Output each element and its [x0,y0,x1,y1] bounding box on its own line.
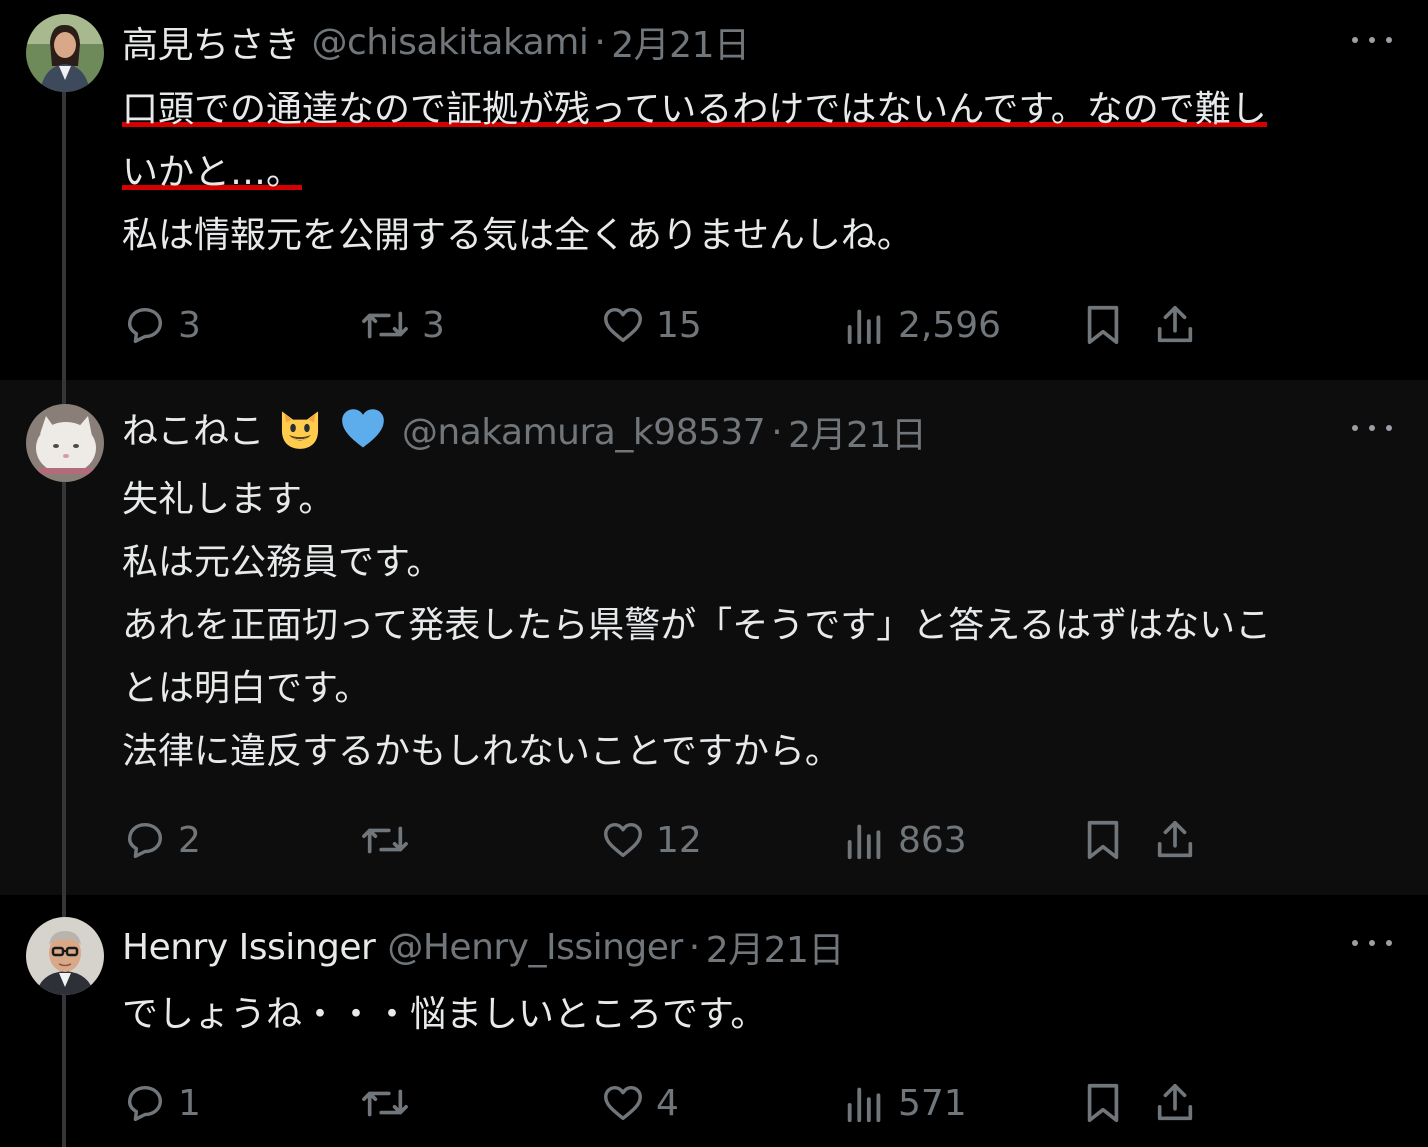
bar-chart-icon [847,1087,881,1123]
share-button[interactable] [1152,810,1198,870]
retweet-count: 3 [422,304,445,346]
tweet-date[interactable]: 2月21日 [788,406,927,458]
user-handle[interactable]: @chisakitakami [312,22,589,63]
retweet-button[interactable] [358,810,422,870]
views-button[interactable]: 863 [842,810,967,870]
more-options-icon[interactable] [1352,418,1392,438]
retweet-arrows-icon [362,826,408,854]
action-bar: 1 4 571 [0,1073,1428,1133]
text-line: 私は情報元を公開する気は全くありませんしね。 [122,215,913,256]
tweet-text: でしょうね・・・悩ましいところです。 [122,983,1392,1046]
like-button[interactable]: 15 [600,295,702,355]
avatar[interactable] [26,917,104,995]
like-count: 12 [656,819,702,861]
bookmark-button[interactable] [1080,810,1126,870]
bar-chart-icon [847,824,881,860]
text-line: でしょうね・・・悩ましいところです。 [122,994,767,1035]
speech-bubble-icon [127,1085,163,1122]
avatar[interactable] [26,14,104,92]
tweet-header: Henry Issinger @Henry_Issinger · 2月21日 [122,919,844,975]
retweet-arrows-icon [362,1089,408,1117]
retweet-arrows-icon [362,311,408,339]
reply-button[interactable]: 1 [122,1073,201,1133]
like-count: 4 [656,1082,679,1124]
reply-thread: 高見ちさき @chisakitakami · 2月21日 口頭での通達なので証拠… [0,0,1428,1147]
thread-connector [62,380,66,404]
tweet-chisakitakami[interactable]: 高見ちさき @chisakitakami · 2月21日 口頭での通達なので証拠… [0,0,1428,380]
tweet-date[interactable]: 2月21日 [706,921,845,973]
retweet-button[interactable]: 3 [358,295,445,355]
text-line: とは明白です。 [122,668,371,709]
bar-chart-icon [847,309,881,345]
share-button[interactable] [1152,295,1198,355]
tweet-date[interactable]: 2月21日 [611,16,750,68]
speech-bubble-icon [127,822,163,859]
display-name[interactable]: 高見ちさき [122,16,300,68]
retweet-button[interactable] [358,1073,422,1133]
tweet-header: 高見ちさき @chisakitakami · 2月21日 [122,14,750,70]
view-count: 863 [898,819,967,861]
view-count: 571 [898,1082,967,1124]
heart-outline-icon [604,307,642,343]
views-button[interactable]: 2,596 [842,295,1001,355]
tweet-henry-issinger[interactable]: Henry Issinger @Henry_Issinger · 2月21日 で… [0,895,1428,1147]
separator-dot: · [594,21,606,63]
smiling-cat-emoji [275,403,325,462]
text-line: 私は元公務員です。 [122,542,443,583]
bookmark-icon [1087,820,1119,860]
user-handle[interactable]: @Henry_Issinger [387,927,683,968]
view-count: 2,596 [898,304,1002,346]
upload-arrow-icon [1157,305,1193,343]
separator-dot: · [771,411,783,453]
bookmark-icon [1087,1083,1119,1123]
text-line: 法律に違反するかもしれないことですから。 [122,731,841,772]
blue-heart-icon [342,409,384,448]
action-bar: 3 3 15 2,596 [0,295,1428,355]
reply-count: 3 [178,304,201,346]
tweet-text: 口頭での通達なので証拠が残っているわけではないんです。なので難し いかと…。 私… [122,78,1392,267]
like-button[interactable]: 12 [600,810,702,870]
reply-count: 1 [178,1082,201,1124]
bookmark-button[interactable] [1080,1073,1126,1133]
like-count: 15 [656,304,702,346]
separator-dot: · [688,926,700,968]
text-line: 失礼します。 [122,479,335,520]
reply-button[interactable]: 2 [122,810,201,870]
heart-outline-icon [604,1085,642,1121]
display-name[interactable]: Henry Issinger [122,927,376,968]
underlined-text-line: 口頭での通達なので証拠が残っているわけではないんです。なので難し [122,89,1267,132]
reply-button[interactable]: 3 [122,295,201,355]
thread-connector [62,895,66,917]
more-options-icon[interactable] [1352,30,1392,50]
avatar[interactable] [26,404,104,482]
bookmark-button[interactable] [1080,295,1126,355]
display-name[interactable]: ねこねこ [122,402,390,463]
avatar-photo-woman [26,14,104,92]
underlined-text-line: いかと…。 [122,152,303,195]
tweet-header: ねこねこ @nakamura_k98537 · 2月21日 [122,402,927,463]
share-button[interactable] [1152,1073,1198,1133]
more-options-icon[interactable] [1352,933,1392,953]
views-button[interactable]: 571 [842,1073,967,1133]
upload-arrow-icon [1157,1083,1193,1121]
action-bar: 2 12 863 [0,810,1428,870]
display-name-text: ねこねこ [122,410,265,452]
blue-heart-emoji [338,403,388,462]
text-line: あれを正面切って発表したら県警が「そうです」と答えるはずはないこ [122,605,1272,646]
like-button[interactable]: 4 [600,1073,679,1133]
user-handle[interactable]: @nakamura_k98537 [402,412,766,453]
avatar-photo-elderly-man [26,917,104,995]
upload-arrow-icon [1157,820,1193,858]
speech-bubble-icon [127,307,163,344]
reply-count: 2 [178,819,201,861]
tweet-nakamura[interactable]: ねこねこ @nakamura_k98537 · 2月21日 失礼します。 私は元… [0,380,1428,895]
smiling-cat-icon [281,411,319,450]
bookmark-icon [1087,305,1119,345]
tweet-text: 失礼します。 私は元公務員です。 あれを正面切って発表したら県警が「そうです」と… [122,468,1392,783]
heart-outline-icon [604,822,642,858]
avatar-photo-white-cat [26,404,104,482]
